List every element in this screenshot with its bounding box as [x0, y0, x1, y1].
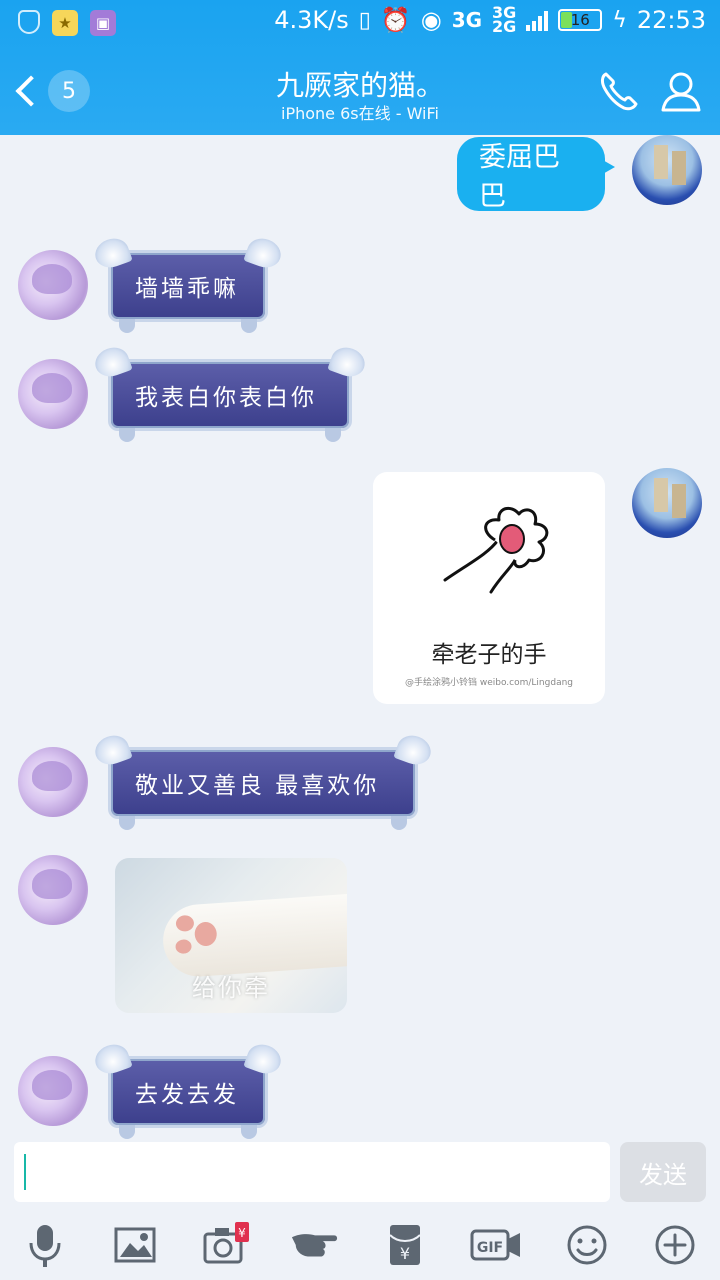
smiley-icon	[567, 1225, 607, 1265]
battery-icon: 16	[558, 9, 603, 31]
charging-icon: ϟ	[612, 7, 627, 33]
net-speed: 4.3K/s	[274, 6, 349, 34]
bubble-ornament	[241, 1125, 257, 1139]
wing-decoration	[91, 343, 133, 381]
composer: 发送	[0, 1140, 720, 1210]
poke-button[interactable]	[290, 1220, 340, 1270]
more-button[interactable]	[650, 1220, 700, 1270]
bubble-ornament	[391, 816, 407, 830]
camera-button[interactable]: ¥	[200, 1220, 250, 1270]
bubble-ornament	[119, 816, 135, 830]
wing-decoration	[327, 343, 369, 381]
profile-button[interactable]	[658, 68, 704, 114]
image-button[interactable]	[110, 1220, 160, 1270]
message-text: 敬业又善良 最喜欢你	[135, 773, 380, 799]
paw-hand-drawing	[443, 506, 549, 594]
status-bar-notifications: ★ ▣	[18, 10, 116, 36]
alarm-icon: ⏰	[380, 6, 411, 34]
message-bubble[interactable]: 去发去发	[91, 1040, 285, 1139]
cat-paw-image	[160, 893, 347, 979]
shield-icon	[18, 10, 40, 34]
signal-3g-label: 3G	[451, 8, 483, 32]
contact-avatar[interactable]	[18, 359, 88, 429]
eye-icon: ◉	[420, 6, 442, 34]
chat-area[interactable]: 委屈巴巴 墙墙乖嘛 我表白你表白你 牵老子的手 @手绘涂鸦小铃铛 weibo.c…	[0, 135, 720, 1140]
wing-decoration	[91, 731, 133, 769]
camera-icon: ¥	[203, 1222, 249, 1264]
red-packet-mark: ¥	[238, 1226, 246, 1240]
contact-avatar[interactable]	[18, 1056, 88, 1126]
message-text: 我表白你表白你	[135, 385, 317, 411]
message-text: 委屈巴巴	[479, 142, 560, 212]
pointing-hand-icon	[291, 1234, 338, 1257]
bubble-ornament	[119, 428, 135, 442]
my-avatar[interactable]	[632, 468, 702, 538]
gif-button[interactable]: GIF	[470, 1220, 522, 1270]
message-bubble[interactable]: 墙墙乖嘛	[91, 234, 285, 333]
message-text: 去发去发	[135, 1082, 239, 1108]
red-packet-button[interactable]: ¥	[380, 1220, 430, 1270]
call-button[interactable]	[596, 68, 642, 114]
image-icon	[114, 1227, 156, 1263]
bubble-ornament	[241, 319, 257, 333]
status-bar: ★ ▣ 4.3K/s ▯ ⏰ ◉ 3G 3G 2G 16 ϟ 22:53	[0, 0, 720, 50]
wing-decoration	[243, 1040, 285, 1078]
vibrate-icon: ▯	[358, 7, 371, 33]
text-caret	[24, 1154, 26, 1190]
plus-circle-icon	[655, 1225, 695, 1265]
contact-avatar[interactable]	[18, 250, 88, 320]
header: ★ ▣ 4.3K/s ▯ ⏰ ◉ 3G 3G 2G 16 ϟ 22:53 5 九…	[0, 0, 720, 135]
message-bubble[interactable]: 我表白你表白你	[91, 343, 369, 442]
yuan-mark: ¥	[400, 1244, 410, 1263]
bubble-ornament	[119, 319, 135, 333]
red-packet-icon: ¥	[389, 1225, 421, 1265]
microphone-icon	[29, 1225, 61, 1267]
image-caption: 给你牵	[192, 974, 270, 1002]
title-bar: 5 九厥家的猫。 iPhone 6s在线 - WiFi	[0, 56, 720, 134]
sticker-watermark: @手绘涂鸦小铃铛 weibo.com/Lingdang	[404, 678, 573, 688]
send-button[interactable]: 发送	[620, 1142, 706, 1202]
input-toolbar: ¥ ¥ GIF	[0, 1210, 720, 1280]
dual-signal: 3G 2G	[492, 3, 517, 36]
sticker-message[interactable]: 牵老子的手 @手绘涂鸦小铃铛 weibo.com/Lingdang	[373, 472, 605, 704]
gif-icon: GIF	[470, 1229, 520, 1261]
star-icon: ★	[52, 10, 78, 36]
message-input[interactable]	[14, 1142, 610, 1202]
wing-decoration	[91, 234, 133, 272]
person-icon	[661, 72, 701, 112]
emoji-button[interactable]	[562, 1220, 612, 1270]
clock: 22:53	[636, 6, 706, 34]
status-bar-indicators: 4.3K/s ▯ ⏰ ◉ 3G 3G 2G 16 ϟ 22:53	[274, 3, 706, 36]
contact-avatar[interactable]	[18, 747, 88, 817]
signal-bars-icon	[526, 9, 549, 31]
message-bubble[interactable]: 委屈巴巴	[457, 137, 615, 212]
bubble-ornament	[325, 428, 341, 442]
message-bubble[interactable]: 敬业又善良 最喜欢你	[91, 731, 435, 830]
contact-avatar[interactable]	[18, 855, 88, 925]
wing-decoration	[243, 234, 285, 272]
image-message[interactable]: 给你牵	[115, 858, 347, 1013]
wing-decoration	[91, 1040, 133, 1078]
bubble-ornament	[119, 1125, 135, 1139]
sticker-caption: 牵老子的手	[431, 642, 547, 668]
gallery-icon: ▣	[90, 10, 116, 36]
message-text: 墙墙乖嘛	[135, 276, 239, 302]
voice-button[interactable]	[20, 1220, 70, 1270]
battery-level: 16	[570, 11, 590, 29]
phone-icon	[601, 72, 638, 111]
gif-label: GIF	[477, 1240, 503, 1256]
wing-decoration	[393, 731, 435, 769]
my-avatar[interactable]	[632, 135, 702, 205]
